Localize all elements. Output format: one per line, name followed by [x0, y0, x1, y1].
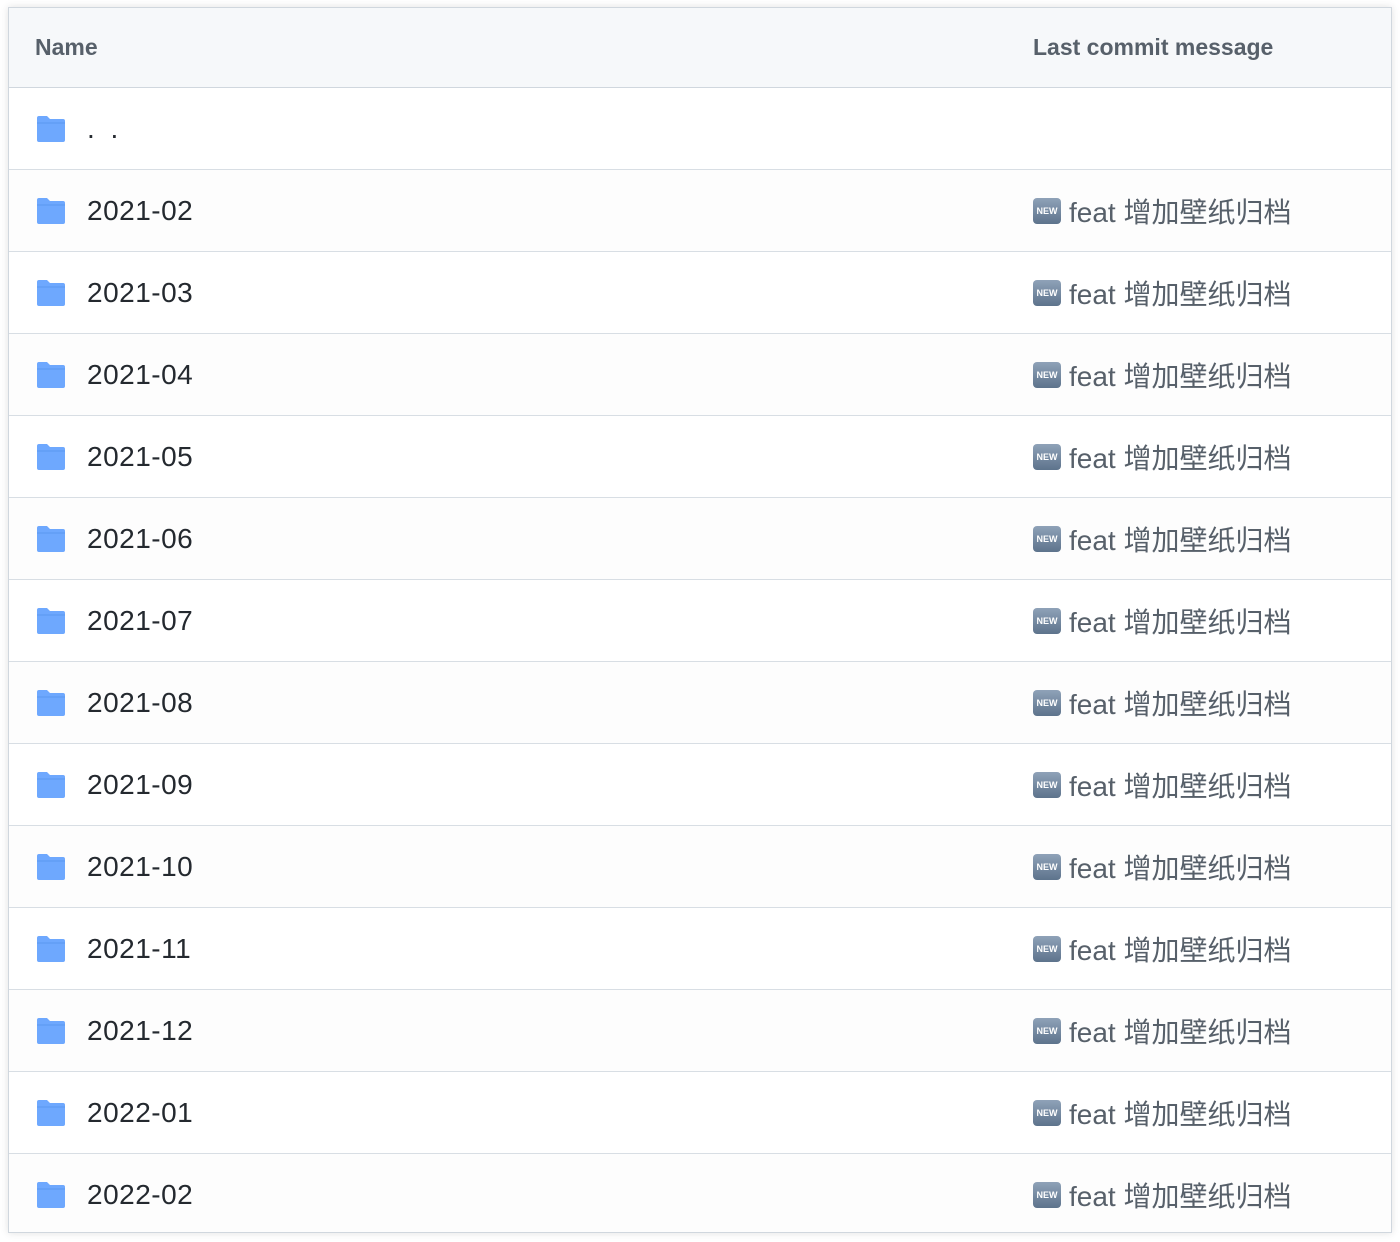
table-row[interactable]: 2021-06 NEW feat 增加壁纸归档: [9, 498, 1391, 580]
new-emoji-icon: NEW: [1033, 279, 1061, 306]
table-row[interactable]: 2021-04 NEW feat 增加壁纸归档: [9, 334, 1391, 416]
commit-message-text[interactable]: feat 增加壁纸归档: [1069, 601, 1291, 641]
folder-icon: [37, 853, 65, 880]
table-row[interactable]: 2021-02 NEW feat 增加壁纸归档: [9, 170, 1391, 252]
commit-message-text[interactable]: feat 增加壁纸归档: [1069, 1011, 1291, 1051]
table-row[interactable]: 2022-01 NEW feat 增加壁纸归档: [9, 1072, 1391, 1154]
new-emoji-icon: NEW: [1033, 1017, 1061, 1044]
table-row[interactable]: 2021-09 NEW feat 增加壁纸归档: [9, 744, 1391, 826]
new-emoji-icon: NEW: [1033, 197, 1061, 224]
new-emoji-icon: NEW: [1033, 689, 1061, 716]
folder-icon: [37, 1017, 65, 1044]
commit-message-link[interactable]: NEW feat 增加壁纸归档: [1033, 683, 1365, 723]
new-emoji-icon: NEW: [1033, 361, 1061, 388]
folder-icon: [37, 1099, 65, 1126]
folder-icon: [37, 361, 65, 388]
folder-icon: [37, 443, 65, 470]
commit-message-link[interactable]: NEW feat 增加壁纸归档: [1033, 1175, 1365, 1215]
folder-name-link[interactable]: 2021-09: [87, 769, 1033, 801]
commit-message-text[interactable]: feat 增加壁纸归档: [1069, 273, 1291, 313]
table-row[interactable]: 2021-08 NEW feat 增加壁纸归档: [9, 662, 1391, 744]
folder-icon: [37, 115, 65, 142]
new-emoji-icon: NEW: [1033, 443, 1061, 470]
folder-name-link[interactable]: 2021-05: [87, 441, 1033, 473]
folder-name-link[interactable]: 2022-02: [87, 1179, 1033, 1211]
folder-name-link[interactable]: 2021-08: [87, 687, 1033, 719]
new-emoji-icon: NEW: [1033, 771, 1061, 798]
table-row[interactable]: 2021-11 NEW feat 增加壁纸归档: [9, 908, 1391, 990]
commit-message-text[interactable]: feat 增加壁纸归档: [1069, 191, 1291, 231]
commit-message-text[interactable]: feat 增加壁纸归档: [1069, 1093, 1291, 1133]
commit-message-link[interactable]: NEW feat 增加壁纸归档: [1033, 601, 1365, 641]
folder-icon: [37, 197, 65, 224]
new-emoji-icon: NEW: [1033, 1182, 1061, 1208]
commit-message-link[interactable]: NEW feat 增加壁纸归档: [1033, 1011, 1365, 1051]
folder-icon: [37, 689, 65, 716]
new-emoji-icon: NEW: [1033, 607, 1061, 634]
folder-name-link[interactable]: 2021-02: [87, 195, 1033, 227]
file-list: . . 2021-02 NEW feat 增加壁纸归档 2021-03 NEW feat …: [9, 88, 1391, 1232]
commit-message-text[interactable]: feat 增加壁纸归档: [1069, 683, 1291, 723]
file-browser-table: Name Last commit message . . 2021-02 NEW f…: [8, 7, 1392, 1233]
commit-message-text[interactable]: feat 增加壁纸归档: [1069, 765, 1291, 805]
folder-name-link[interactable]: 2021-04: [87, 359, 1033, 391]
table-row[interactable]: 2021-12 NEW feat 增加壁纸归档: [9, 990, 1391, 1072]
commit-message-link[interactable]: NEW feat 增加壁纸归档: [1033, 355, 1365, 395]
commit-message-text[interactable]: feat 增加壁纸归档: [1069, 929, 1291, 969]
folder-name-link[interactable]: 2021-12: [87, 1015, 1033, 1047]
commit-message-link[interactable]: NEW feat 增加壁纸归档: [1033, 929, 1365, 969]
new-emoji-icon: NEW: [1033, 853, 1061, 880]
table-header: Name Last commit message: [9, 8, 1391, 88]
commit-message-text[interactable]: feat 增加壁纸归档: [1069, 1175, 1291, 1215]
folder-name-link[interactable]: 2021-10: [87, 851, 1033, 883]
commit-message-link[interactable]: NEW feat 增加壁纸归档: [1033, 1093, 1365, 1133]
folder-icon: [37, 607, 65, 634]
commit-message-text[interactable]: feat 增加壁纸归档: [1069, 437, 1291, 477]
table-row[interactable]: 2022-02 NEW feat 增加壁纸归档: [9, 1154, 1391, 1232]
commit-message-text[interactable]: feat 增加壁纸归档: [1069, 355, 1291, 395]
parent-directory-row[interactable]: . .: [9, 88, 1391, 170]
commit-message-link[interactable]: NEW feat 增加壁纸归档: [1033, 519, 1365, 559]
commit-message-text[interactable]: feat 增加壁纸归档: [1069, 519, 1291, 559]
folder-name-link[interactable]: 2022-01: [87, 1097, 1033, 1129]
parent-directory-link[interactable]: . .: [87, 113, 1365, 145]
table-row[interactable]: 2021-03 NEW feat 增加壁纸归档: [9, 252, 1391, 334]
table-row[interactable]: 2021-07 NEW feat 增加壁纸归档: [9, 580, 1391, 662]
folder-icon: [37, 279, 65, 306]
folder-name-link[interactable]: 2021-06: [87, 523, 1033, 555]
folder-icon: [37, 1182, 65, 1208]
folder-name-link[interactable]: 2021-03: [87, 277, 1033, 309]
folder-name-link[interactable]: 2021-07: [87, 605, 1033, 637]
commit-message-link[interactable]: NEW feat 增加壁纸归档: [1033, 765, 1365, 805]
folder-icon: [37, 935, 65, 962]
commit-message-link[interactable]: NEW feat 增加壁纸归档: [1033, 273, 1365, 313]
commit-message-text[interactable]: feat 增加壁纸归档: [1069, 847, 1291, 887]
commit-message-link[interactable]: NEW feat 增加壁纸归档: [1033, 437, 1365, 477]
folder-icon: [37, 771, 65, 798]
new-emoji-icon: NEW: [1033, 935, 1061, 962]
folder-icon: [37, 525, 65, 552]
table-row[interactable]: 2021-05 NEW feat 增加壁纸归档: [9, 416, 1391, 498]
commit-message-link[interactable]: NEW feat 增加壁纸归档: [1033, 191, 1365, 231]
folder-name-link[interactable]: 2021-11: [87, 933, 1033, 965]
new-emoji-icon: NEW: [1033, 1099, 1061, 1126]
new-emoji-icon: NEW: [1033, 525, 1061, 552]
table-row[interactable]: 2021-10 NEW feat 增加壁纸归档: [9, 826, 1391, 908]
name-column-header: Name: [35, 34, 98, 60]
commit-column-header: Last commit message: [1033, 34, 1274, 60]
commit-message-link[interactable]: NEW feat 增加壁纸归档: [1033, 847, 1365, 887]
